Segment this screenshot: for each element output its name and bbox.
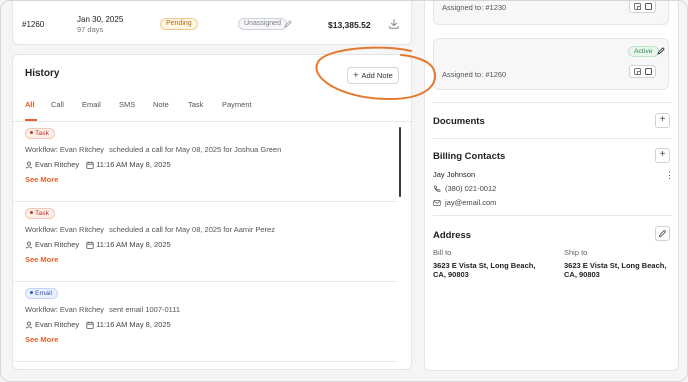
assigned-to-text: Assigned to: #1260 — [442, 70, 507, 79]
entry-user: Evan Ritchey — [35, 160, 80, 169]
toggle-button[interactable] — [629, 65, 656, 78]
mail-icon — [433, 199, 441, 206]
history-title: History — [25, 68, 60, 79]
history-entry: Task Workflow: Evan Ritchey scheduled a c… — [13, 202, 398, 282]
assigned-to-text: Assigned to: #1230 — [442, 3, 507, 12]
entry-time: 11:16 AM May 8, 2025 — [96, 160, 171, 169]
user-icon — [25, 241, 33, 249]
entry-user: Evan Ritchey — [35, 240, 80, 249]
entry-description: Workflow: Evan Ritchey scheduled a call f… — [25, 145, 282, 154]
contact-email: jay@email.com — [433, 198, 496, 207]
entry-description: Workflow: Evan Ritchey scheduled a call f… — [25, 225, 275, 234]
invoice-amount: $13,385.52 — [328, 20, 371, 30]
divider — [433, 215, 673, 216]
tab-payment[interactable]: Payment — [222, 100, 252, 114]
entry-type-badge: Email — [25, 288, 58, 299]
invoice-days: 97 days — [77, 25, 104, 34]
documents-title: Documents — [433, 116, 485, 127]
calendar-icon — [86, 161, 94, 169]
see-more-link[interactable]: See More — [25, 175, 58, 184]
see-more-link[interactable]: See More — [25, 335, 58, 344]
tab-task[interactable]: Task — [188, 100, 222, 114]
history-entry: Email Workflow: Evan Ritchey sent email 1… — [13, 282, 398, 362]
invoice-date: Jan 30, 2025 — [77, 15, 124, 24]
user-icon — [25, 321, 33, 329]
history-tabs: All Call Email SMS Note Task Payment — [25, 100, 252, 114]
pencil-icon[interactable] — [656, 46, 666, 56]
entry-user: Evan Ritchey — [35, 320, 80, 329]
contact-name: Jay Johnson — [433, 170, 476, 179]
active-badge: Active — [628, 46, 659, 57]
add-document-button[interactable]: + — [655, 113, 670, 128]
divider — [433, 102, 673, 103]
tab-call[interactable]: Call — [51, 100, 82, 114]
ship-to-address: 3623 E Vista St, Long Beach, CA, 90803 — [564, 261, 667, 279]
entry-meta: Evan Ritchey 11:16 AM May 8, 2025 — [25, 160, 171, 169]
history-entry: Task Workflow: Evan Ritchey scheduled a c… — [13, 122, 398, 202]
tab-note[interactable]: Note — [153, 100, 188, 114]
invoice-id[interactable]: #1260 — [22, 20, 44, 29]
pencil-icon[interactable] — [283, 19, 293, 29]
add-contact-button[interactable]: + — [655, 148, 670, 163]
invoice-row-card: #1260 Jan 30, 2025 97 days Pending Unass… — [12, 1, 412, 45]
ship-to-label: Ship to — [564, 248, 588, 257]
contact-phone: (380) 021-0012 — [433, 184, 496, 193]
entry-type-badge: Task — [25, 128, 55, 139]
entry-meta: Evan Ritchey 11:16 AM May 8, 2025 — [25, 320, 171, 329]
pencil-icon — [658, 229, 667, 238]
entry-time: 11:16 AM May 8, 2025 — [96, 240, 171, 249]
details-panel: Assigned to: #1230 Active Assigned to: #… — [424, 1, 679, 371]
annotation-ellipse — [315, 46, 436, 101]
toggle-button[interactable] — [629, 1, 656, 13]
assignment-card-2: Active Assigned to: #1260 — [433, 38, 669, 90]
app-frame: #1260 Jan 30, 2025 97 days Pending Unass… — [0, 0, 688, 382]
assignee-badge[interactable]: Unassigned — [238, 18, 287, 30]
calendar-icon — [86, 241, 94, 249]
tab-sms[interactable]: SMS — [119, 100, 153, 114]
edit-address-button[interactable] — [655, 226, 670, 241]
download-icon[interactable] — [388, 18, 400, 30]
bill-to-address: 3623 E Vista St, Long Beach, CA, 90803 — [433, 261, 536, 279]
more-options-icon[interactable]: ⋮ — [665, 170, 674, 181]
status-badge: Pending — [160, 18, 198, 30]
user-icon — [25, 161, 33, 169]
divider — [433, 138, 673, 139]
calendar-icon — [86, 321, 94, 329]
entry-meta: Evan Ritchey 11:16 AM May 8, 2025 — [25, 240, 171, 249]
history-scrollbar[interactable] — [399, 127, 401, 197]
tab-all[interactable]: All — [25, 100, 51, 114]
see-more-link[interactable]: See More — [25, 255, 58, 264]
address-title: Address — [433, 230, 472, 241]
phone-icon — [434, 185, 441, 192]
tab-email[interactable]: Email — [82, 100, 119, 114]
entry-description: Workflow: Evan Ritchey sent email 1007-01… — [25, 305, 181, 314]
entry-time: 11:16 AM May 8, 2025 — [96, 320, 171, 329]
entry-type-badge: Task — [25, 208, 55, 219]
bill-to-label: Bill to — [433, 248, 452, 257]
billing-contacts-title: Billing Contacts — [433, 151, 506, 162]
assignment-card-1: Assigned to: #1230 — [433, 1, 669, 25]
